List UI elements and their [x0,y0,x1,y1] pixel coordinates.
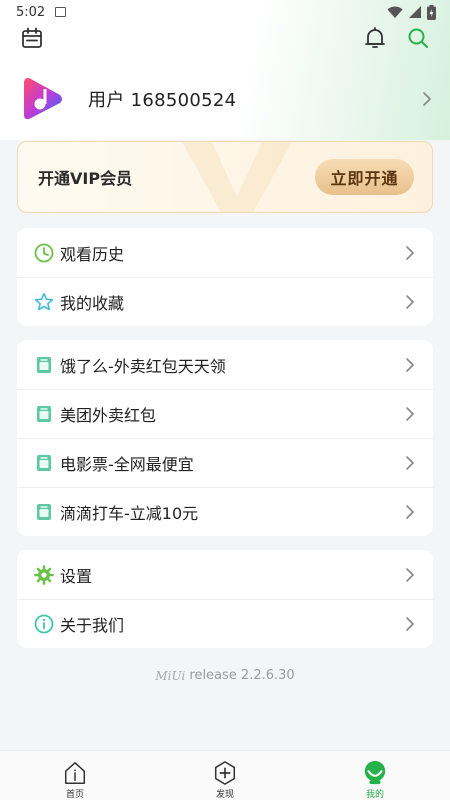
nav-label: 发现 [215,790,234,800]
menu-item-about[interactable]: 关于我们 [17,599,433,648]
gear-icon [34,564,54,585]
menu-item-label: 饿了么-外卖红包天天领 [60,356,226,376]
app-logo-avatar [24,78,62,120]
image-notification-icon [55,7,67,17]
status-bar: 5:02 [0,0,450,24]
chevron-right-icon [406,616,414,631]
coupon-icon [34,502,54,522]
vip-decoration [182,142,292,212]
menu-item-eleme-coupon[interactable]: 饿了么-外卖红包天天领 [17,340,433,389]
status-time: 5:02 [16,4,46,20]
menu-item-label: 我的收藏 [60,293,125,313]
battery-icon [427,4,436,20]
menu-item-favorites[interactable]: 我的收藏 [17,277,433,326]
menu-item-label: 设置 [60,566,93,586]
chevron-right-icon [423,92,431,106]
menu-item-movie-tickets[interactable]: 电影票-全网最便宜 [17,438,433,487]
chevron-right-icon [406,357,414,372]
version-text: release 2.2.6.30 [189,668,295,683]
status-indicators [387,4,436,20]
version-info: MiUi release 2.2.6.30 [0,668,450,683]
chevron-right-icon [406,455,414,470]
menu-group-coupons: 饿了么-外卖红包天天领 美团外卖红包 电影票-全网最便宜 滴滴打车-立减10元 [17,340,433,536]
chevron-right-icon [406,567,414,582]
home-icon [64,762,86,784]
menu-group-history: 观看历史 我的收藏 [17,228,433,326]
coupon-icon [34,404,54,424]
nav-profile[interactable]: 我的 [300,751,450,800]
search-icon[interactable] [406,26,430,50]
info-icon [34,614,54,634]
menu-item-label: 美团外卖红包 [60,405,157,425]
nav-label: 我的 [365,790,384,800]
username: 用户 168500524 [88,90,237,111]
discover-icon [214,761,236,785]
coupon-icon [34,355,54,375]
calendar-icon[interactable] [20,26,44,50]
signal-icon [409,6,421,18]
menu-item-watch-history[interactable]: 观看历史 [17,228,433,277]
vip-activate-button[interactable]: 立即开通 [315,159,414,195]
nav-home[interactable]: 首页 [0,751,150,800]
chevron-right-icon [406,294,414,309]
vip-banner[interactable]: 开通VIP会员 立即开通 [17,141,433,213]
chevron-right-icon [406,504,414,519]
menu-item-meituan-coupon[interactable]: 美团外卖红包 [17,389,433,438]
menu-item-label: 观看历史 [60,244,125,264]
menu-item-settings[interactable]: 设置 [17,550,433,599]
bell-icon[interactable] [363,26,387,50]
chevron-right-icon [406,245,414,260]
star-icon [34,292,54,312]
bottom-navigation: 首页 发现 我的 [0,750,450,800]
top-toolbar [0,24,450,54]
clock-icon [34,243,54,263]
menu-item-label: 电影票-全网最便宜 [60,454,194,474]
nav-label: 首页 [65,790,84,800]
profile-icon [364,760,386,785]
nav-discover[interactable]: 发现 [150,751,300,800]
coupon-icon [34,453,54,473]
wifi-icon [387,6,403,18]
menu-item-label: 滴滴打车-立减10元 [60,503,199,523]
menu-item-label: 关于我们 [60,615,125,635]
chevron-right-icon [406,406,414,421]
menu-group-settings: 设置 关于我们 [17,550,433,648]
user-profile-row[interactable]: 用户 168500524 [0,66,450,132]
brand-logo-text: MiUi [155,668,186,683]
menu-item-didi-coupon[interactable]: 滴滴打车-立减10元 [17,487,433,536]
vip-title: 开通VIP会员 [38,169,133,188]
